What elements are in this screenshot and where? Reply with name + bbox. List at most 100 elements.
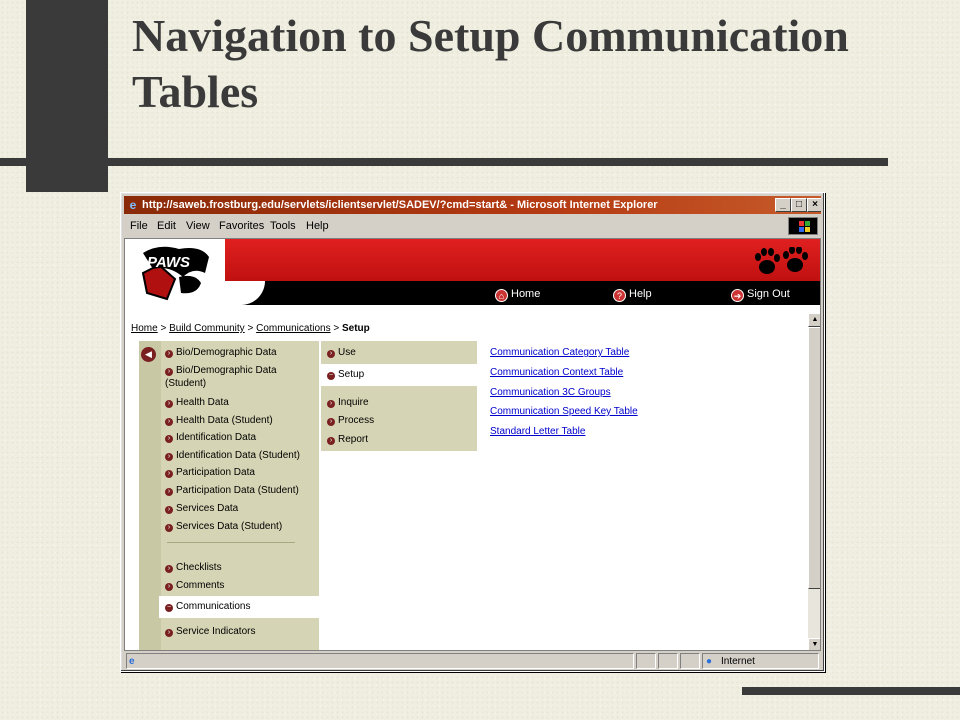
minus-icon: − xyxy=(327,372,335,380)
menu-help[interactable]: Help xyxy=(306,216,329,236)
status-zone-cell: ● Internet xyxy=(702,653,819,669)
status-cell xyxy=(658,653,678,669)
link-standard-letter-table[interactable]: Standard Letter Table xyxy=(490,425,585,438)
mid-menu-item-use[interactable]: › Use xyxy=(327,346,356,359)
arrow-right-icon: › xyxy=(165,418,173,426)
left-menu-item-comments[interactable]: › Comments xyxy=(165,579,315,592)
windows-logo-icon xyxy=(788,217,818,235)
arrow-right-icon: › xyxy=(165,368,173,376)
close-button[interactable]: × xyxy=(807,198,821,212)
left-menu-item[interactable]: › Bio/Demographic Data xyxy=(165,346,315,359)
minimize-button[interactable]: _ xyxy=(775,198,791,212)
arrow-right-icon: › xyxy=(165,524,173,532)
breadcrumb-separator: > xyxy=(247,323,254,334)
left-nav-panel: ◀ › Bio/Demographic Data › Bio/Demographic… xyxy=(139,341,319,650)
breadcrumb-home[interactable]: Home xyxy=(131,323,158,334)
arrow-right-icon: › xyxy=(165,470,173,478)
link-communication-speed-key-table[interactable]: Communication Speed Key Table xyxy=(490,405,638,418)
menu-divider xyxy=(167,542,295,543)
arrow-right-icon: › xyxy=(165,350,173,358)
setup-links-panel: Communication Category Table Communicati… xyxy=(477,341,807,650)
status-bar: e ● Internet xyxy=(124,652,821,670)
left-menu: › Bio/Demographic Data › Bio/Demographic D… xyxy=(159,341,319,650)
left-menu-item[interactable]: › Identification Data xyxy=(165,431,315,444)
slide-decoration-rule-bottom xyxy=(742,687,960,695)
site-banner: PAWS ⌂ Home ? Help ➔ Sign Out xyxy=(125,239,820,305)
menu-view[interactable]: View xyxy=(186,216,210,236)
breadcrumb-build-community[interactable]: Build Community xyxy=(169,323,245,334)
nav-home-link[interactable]: ⌂ Home xyxy=(495,287,540,302)
status-cell xyxy=(680,653,700,669)
left-menu-item[interactable]: › Identification Data (Student) xyxy=(165,449,315,462)
breadcrumb-current: Setup xyxy=(341,323,370,334)
arrow-right-icon: › xyxy=(165,435,173,443)
arrow-right-icon: › xyxy=(165,583,173,591)
mid-nav-panel: › Use − Setup › Inquire › Process › Report xyxy=(319,341,477,650)
menu-bar: File Edit View Favorites Tools Help xyxy=(124,216,821,236)
sign-out-icon: ➔ xyxy=(731,289,744,302)
left-menu-item-communications[interactable]: − Communications xyxy=(159,596,319,618)
nav-help-link[interactable]: ? Help xyxy=(613,287,652,302)
logo-text: PAWS xyxy=(147,254,190,271)
scroll-down-button[interactable]: ▼ xyxy=(808,638,820,650)
menu-file[interactable]: File xyxy=(130,216,148,236)
arrow-right-icon: › xyxy=(165,488,173,496)
maximize-button[interactable]: □ xyxy=(791,198,807,212)
menu-tools[interactable]: Tools xyxy=(270,216,296,236)
left-menu-item[interactable]: › Services Data xyxy=(165,502,315,515)
breadcrumb: Home > Build Community > Communications … xyxy=(131,323,370,334)
paws-logo[interactable]: PAWS xyxy=(139,243,213,303)
left-menu-item[interactable]: › Health Data (Student) xyxy=(165,414,315,427)
left-menu-item[interactable]: › Services Data (Student) xyxy=(165,520,315,533)
home-icon: ⌂ xyxy=(495,289,508,302)
breadcrumb-communications[interactable]: Communications xyxy=(256,323,330,334)
status-cell xyxy=(636,653,656,669)
window-title-bar[interactable]: e http://saweb.frostburg.edu/servlets/ic… xyxy=(124,196,821,214)
link-communication-category-table[interactable]: Communication Category Table xyxy=(490,346,629,359)
status-message-cell: e xyxy=(126,653,634,669)
scroll-thumb[interactable] xyxy=(808,327,820,589)
arrow-right-icon: › xyxy=(327,400,335,408)
left-menu-item[interactable]: › Participation Data xyxy=(165,466,315,479)
breadcrumb-separator: > xyxy=(160,323,167,334)
left-menu-item[interactable]: › Health Data xyxy=(165,396,315,409)
left-menu-item-checklists[interactable]: › Checklists xyxy=(165,561,315,574)
minus-icon: − xyxy=(165,604,173,612)
banner-red-strip xyxy=(225,239,820,281)
arrow-right-icon: › xyxy=(165,629,173,637)
status-zone-label: Internet xyxy=(721,656,755,667)
mid-menu-item-process[interactable]: › Process xyxy=(327,414,374,427)
arrow-right-icon: › xyxy=(165,565,173,573)
link-communication-3c-groups[interactable]: Communication 3C Groups xyxy=(490,386,611,399)
mid-menu-item-inquire[interactable]: › Inquire xyxy=(327,396,369,409)
link-communication-context-table[interactable]: Communication Context Table xyxy=(490,366,623,379)
globe-icon: ● xyxy=(706,656,713,667)
arrow-right-icon: › xyxy=(165,400,173,408)
page-viewport: PAWS ⌂ Home ? Help ➔ Sign Out Home > Bui… xyxy=(124,238,821,651)
arrow-right-icon: › xyxy=(165,453,173,461)
mid-menu-item-report[interactable]: › Report xyxy=(327,433,368,446)
left-menu-item[interactable]: › Participation Data (Student) xyxy=(165,484,315,497)
paw-prints-icon xyxy=(755,247,808,274)
scroll-up-button[interactable]: ▲ xyxy=(808,313,820,327)
menu-favorites[interactable]: Favorites xyxy=(219,216,264,236)
slide-decoration-rule-top xyxy=(0,158,888,166)
page-icon: e xyxy=(129,656,135,667)
collapse-arrow-icon[interactable]: ◀ xyxy=(141,347,156,362)
arrow-right-icon: › xyxy=(327,418,335,426)
menu-edit[interactable]: Edit xyxy=(157,216,176,236)
arrow-right-icon: › xyxy=(327,350,335,358)
nav-sign-out-link[interactable]: ➔ Sign Out xyxy=(731,287,790,302)
left-menu-item-service-indicators[interactable]: › Service Indicators xyxy=(165,625,315,638)
left-menu-item[interactable]: › Bio/Demographic Data (Student) xyxy=(165,364,315,390)
vertical-scrollbar[interactable]: ▲ ▼ xyxy=(808,313,820,650)
browser-window: e http://saweb.frostburg.edu/servlets/ic… xyxy=(120,192,825,672)
help-icon: ? xyxy=(613,289,626,302)
arrow-right-icon: › xyxy=(327,437,335,445)
slide-title: Navigation to Setup Communication Tables xyxy=(132,10,849,117)
arrow-right-icon: › xyxy=(165,506,173,514)
mid-menu-item-setup[interactable]: − Setup xyxy=(319,364,477,386)
ie-logo-icon: e xyxy=(129,198,137,212)
breadcrumb-separator: > xyxy=(333,323,340,334)
window-title: http://saweb.frostburg.edu/servlets/icli… xyxy=(142,199,658,211)
